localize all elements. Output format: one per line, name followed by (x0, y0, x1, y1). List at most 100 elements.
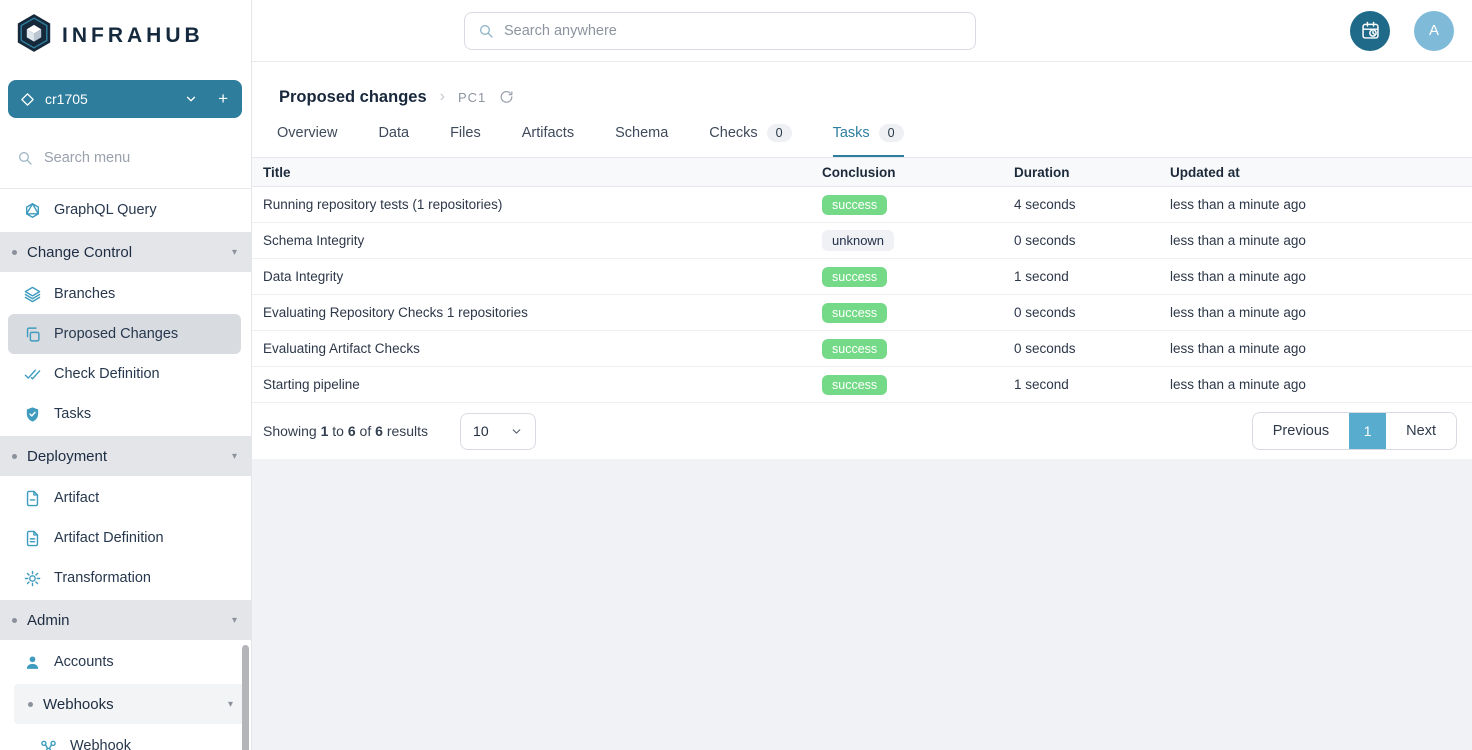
page-size-select[interactable]: 10 (460, 413, 536, 450)
brand-logo[interactable]: INFRAHUB (0, 0, 251, 67)
status-badge: success (822, 303, 887, 323)
bullet-icon (12, 618, 17, 623)
status-badge: success (822, 375, 887, 395)
tab-overview[interactable]: Overview (277, 124, 337, 157)
column-header-conclusion: Conclusion (822, 165, 1014, 180)
brand-name: INFRAHUB (62, 24, 204, 48)
plus-icon[interactable]: + (218, 89, 228, 109)
table-body: Running repository tests (1 repositories… (252, 187, 1472, 403)
global-search-input[interactable] (504, 23, 962, 39)
main-area: A Proposed changes › PC1 Overview Data Fil… (252, 0, 1472, 750)
results-summary: Showing 1 to 6 of 6 results (263, 423, 428, 439)
table-row[interactable]: Starting pipelinesuccess1 secondless tha… (252, 367, 1472, 403)
table-row[interactable]: Running repository tests (1 repositories… (252, 187, 1472, 223)
tab-data[interactable]: Data (378, 124, 409, 157)
tab-label: Schema (615, 125, 668, 141)
table-row[interactable]: Evaluating Repository Checks 1 repositor… (252, 295, 1472, 331)
next-page-button[interactable]: Next (1386, 413, 1456, 449)
transformation-icon (24, 569, 42, 587)
breadcrumb-item[interactable]: PC1 (458, 90, 486, 105)
sidebar-group-label: Change Control (27, 244, 132, 261)
page-size-value: 10 (473, 423, 489, 439)
status-badge: success (822, 339, 887, 359)
search-icon (478, 23, 494, 39)
previous-page-button[interactable]: Previous (1253, 413, 1349, 449)
table-row[interactable]: Schema Integrityunknown0 secondsless tha… (252, 223, 1472, 259)
bullet-icon (28, 702, 33, 707)
conclusion-cell: success (822, 303, 1014, 323)
task-duration: 0 seconds (1014, 341, 1170, 356)
sidebar-group-change-control[interactable]: Change Control▾ (0, 232, 251, 272)
tab-artifacts[interactable]: Artifacts (522, 124, 574, 157)
sidebar-item-artifact[interactable]: Artifact (8, 478, 241, 518)
conclusion-cell: success (822, 339, 1014, 359)
conclusion-cell: unknown (822, 230, 1014, 251)
page-title[interactable]: Proposed changes (279, 88, 427, 107)
sidebar-item-artifact-definition[interactable]: Artifact Definition (8, 518, 241, 558)
pagination-bar: Showing 1 to 6 of 6 results 10 Previous … (252, 403, 1472, 459)
sidebar-item-transformation[interactable]: Transformation (8, 558, 241, 598)
task-updated-at: less than a minute ago (1170, 233, 1472, 248)
chevron-down-icon[interactable] (184, 92, 198, 106)
tasks-icon (24, 405, 42, 423)
conclusion-cell: success (822, 195, 1014, 215)
global-search[interactable] (464, 12, 976, 50)
sidebar-group-label: Webhooks (43, 696, 114, 713)
chevron-down-icon: ▾ (232, 615, 237, 626)
avatar-initial: A (1429, 22, 1439, 39)
avatar[interactable]: A (1414, 11, 1454, 51)
sidebar-item-tasks[interactable]: Tasks (8, 394, 241, 434)
chevron-right-icon: › (440, 88, 445, 106)
tab-files[interactable]: Files (450, 124, 481, 157)
sidebar-item-label: Artifact (54, 490, 99, 506)
tab-label: Overview (277, 125, 337, 141)
status-badge: success (822, 267, 887, 287)
column-header-updated-at: Updated at (1170, 165, 1472, 180)
task-title: Running repository tests (1 repositories… (263, 197, 822, 212)
artifact-icon (24, 489, 42, 507)
sidebar-group-label: Admin (27, 612, 70, 629)
sidebar-item-label: Proposed Changes (54, 326, 178, 342)
column-header-title: Title (263, 165, 822, 180)
sidebar-item-graphql-query[interactable]: GraphQL Query (8, 190, 241, 230)
sidebar-search[interactable] (0, 127, 251, 189)
branch-selector[interactable]: cr1705 + (8, 80, 242, 118)
sidebar-menu: GraphQL QueryChange Control▾BranchesProp… (0, 189, 251, 750)
check-definition-icon (24, 365, 42, 383)
sidebar-item-branches[interactable]: Branches (8, 274, 241, 314)
tab-schema[interactable]: Schema (615, 124, 668, 157)
task-updated-at: less than a minute ago (1170, 269, 1472, 284)
task-updated-at: less than a minute ago (1170, 341, 1472, 356)
search-icon (17, 150, 33, 166)
chevron-down-icon: ▾ (228, 699, 233, 710)
table-row[interactable]: Data Integritysuccess1 secondless than a… (252, 259, 1472, 295)
task-title: Starting pipeline (263, 377, 822, 392)
tab-tasks[interactable]: Tasks0 (833, 124, 904, 157)
sidebar-scrollbar[interactable] (242, 645, 249, 750)
current-page-button[interactable]: 1 (1349, 413, 1386, 449)
refresh-icon[interactable] (499, 90, 514, 105)
sidebar-group-admin[interactable]: Admin ▾ (0, 600, 251, 640)
task-duration: 0 seconds (1014, 305, 1170, 320)
sidebar-item-check-definition[interactable]: Check Definition (8, 354, 241, 394)
sidebar-item-accounts[interactable]: Accounts (8, 642, 241, 682)
sidebar-item-webhook[interactable]: Webhook (8, 726, 241, 750)
calendar-clock-icon (1360, 20, 1381, 41)
status-badge: success (822, 195, 887, 215)
table-row[interactable]: Evaluating Artifact Checkssuccess0 secon… (252, 331, 1472, 367)
task-updated-at: less than a minute ago (1170, 377, 1472, 392)
sidebar-item-proposed-changes[interactable]: Proposed Changes (8, 314, 241, 354)
tab-checks[interactable]: Checks0 (709, 124, 791, 157)
chevron-down-icon: ▾ (232, 451, 237, 462)
pager: Previous 1 Next (1252, 412, 1457, 450)
schedule-button[interactable] (1350, 11, 1390, 51)
tab-label: Artifacts (522, 125, 574, 141)
sidebar-item-label: Branches (54, 286, 115, 302)
sidebar-search-input[interactable] (44, 150, 234, 166)
sidebar: INFRAHUB cr1705 + GraphQL QueryChange Co… (0, 0, 252, 750)
sidebar-group-label: Deployment (27, 448, 107, 465)
sidebar-group-deployment[interactable]: Deployment ▾ (0, 436, 251, 476)
tab-count-badge: 0 (767, 124, 792, 142)
sidebar-group-webhooks[interactable]: Webhooks ▾ (14, 684, 247, 724)
accounts-icon (24, 653, 42, 671)
